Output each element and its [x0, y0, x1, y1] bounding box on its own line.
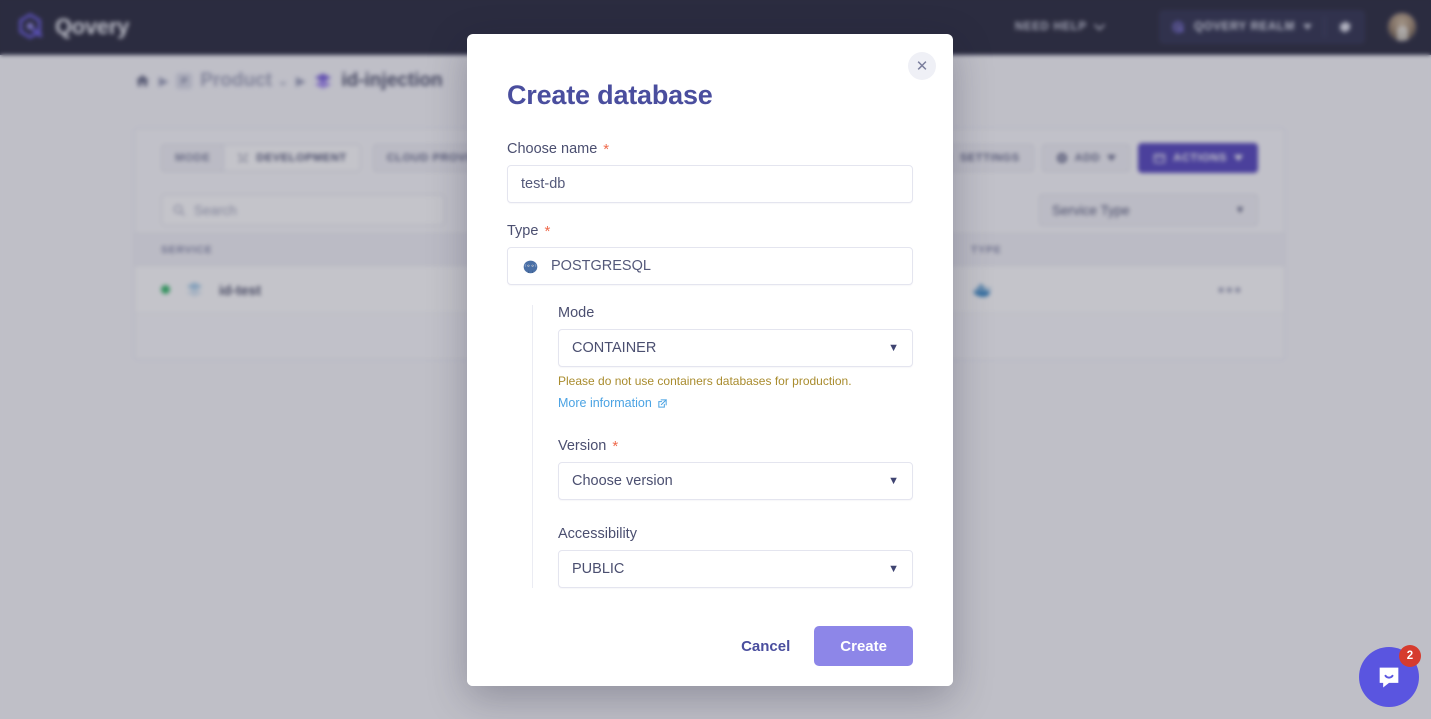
modal-title: Create database [507, 80, 713, 110]
create-database-modal: ✕ Create database Choose name * test-db … [467, 34, 953, 686]
label-text: Mode [558, 305, 595, 321]
chat-bubble-icon [1379, 667, 1399, 688]
label-text: Accessibility [558, 526, 637, 542]
label-choose-name: Choose name * [507, 141, 913, 157]
label-accessibility: Accessibility [558, 526, 913, 542]
more-information-link[interactable]: More information [558, 396, 668, 410]
mode-warning-text: Please do not use containers databases f… [558, 374, 852, 388]
caret-down-icon: ▼ [888, 475, 899, 487]
app-root: Qovery NEED HELP QOVERY REALM ▶ P Produc… [0, 0, 1431, 719]
close-icon[interactable]: ✕ [908, 52, 936, 80]
caret-down-icon: ▼ [888, 342, 899, 354]
required-marker: * [544, 222, 551, 240]
postgresql-elephant-icon [523, 260, 538, 273]
field-type: Type * POSTGRESQL [507, 223, 913, 285]
label-text: Choose name [507, 141, 598, 157]
name-input-value: test-db [521, 176, 566, 192]
type-value: POSTGRESQL [551, 258, 651, 274]
label-text: Version [558, 438, 607, 454]
version-select[interactable]: Choose version ▼ [558, 462, 913, 500]
external-link-icon [658, 398, 667, 408]
mode-value: CONTAINER [572, 340, 657, 356]
required-marker: * [612, 437, 619, 455]
cancel-button[interactable]: Cancel [727, 628, 804, 665]
modal-footer: Cancel Create [467, 606, 953, 686]
field-version: Version * Choose version ▼ [558, 438, 913, 500]
link-text: More information [558, 396, 652, 410]
label-version: Version * [558, 438, 913, 454]
label-text: Type [507, 223, 539, 239]
chat-unread-badge: 2 [1399, 645, 1421, 667]
label-type: Type * [507, 223, 913, 239]
name-input[interactable]: test-db [507, 165, 913, 203]
accessibility-select[interactable]: PUBLIC ▼ [558, 550, 913, 588]
chat-widget-button[interactable]: 2 [1359, 645, 1421, 707]
database-options-subsection: Mode CONTAINER ▼ Please do not use conta… [532, 305, 913, 588]
required-marker: * [603, 140, 610, 158]
label-mode: Mode [558, 305, 913, 321]
type-select[interactable]: POSTGRESQL [507, 247, 913, 285]
modal-body: Choose name * test-db Type * POSTGRESQL … [467, 111, 953, 606]
caret-down-icon: ▼ [888, 563, 899, 575]
field-mode: Mode CONTAINER ▼ Please do not use conta… [558, 305, 913, 412]
mode-select[interactable]: CONTAINER ▼ [558, 329, 913, 367]
create-button[interactable]: Create [814, 626, 913, 666]
field-name: Choose name * test-db [507, 141, 913, 203]
version-value: Choose version [572, 473, 673, 489]
accessibility-value: PUBLIC [572, 561, 625, 577]
field-accessibility: Accessibility PUBLIC ▼ [558, 526, 913, 588]
